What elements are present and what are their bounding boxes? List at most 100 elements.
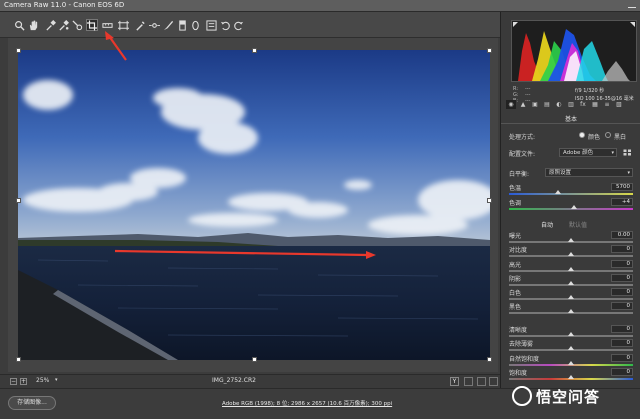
tab-tone-curve[interactable]: ▲ xyxy=(518,100,528,109)
preview-toggle-icon[interactable] xyxy=(464,377,473,386)
slider-label: 高光 xyxy=(509,262,522,269)
slider-value[interactable]: 0.00 xyxy=(611,231,633,239)
minimize-icon[interactable] xyxy=(628,7,636,8)
slider-knob[interactable] xyxy=(568,295,574,299)
slider-knob[interactable] xyxy=(568,267,574,271)
zoom-tool-icon[interactable] xyxy=(13,19,25,31)
crop-handle-top-right[interactable] xyxy=(487,48,492,53)
crop-tool-icon[interactable] xyxy=(86,19,98,31)
treatment-bw-radio[interactable] xyxy=(605,132,611,138)
watermark-logo-icon xyxy=(512,386,532,406)
tab-calibration[interactable]: ▦ xyxy=(590,100,600,109)
slider-value[interactable]: 0 xyxy=(611,302,633,310)
adjustment-slider[interactable] xyxy=(509,332,633,337)
photo-preview[interactable] xyxy=(18,50,490,360)
slider-value[interactable]: 0 xyxy=(611,354,633,362)
crop-handle-right[interactable] xyxy=(487,198,492,203)
adjustment-slider[interactable] xyxy=(509,281,633,286)
profile-dropdown[interactable]: Adobe 颜色 ▾ xyxy=(559,148,617,157)
white-balance-tool-icon[interactable] xyxy=(44,19,56,31)
preferences-icon[interactable] xyxy=(489,377,498,386)
straighten-tool-icon[interactable] xyxy=(101,19,113,31)
zoom-out-icon[interactable]: − xyxy=(10,378,17,385)
open-preferences-icon[interactable] xyxy=(205,19,217,31)
slider-value[interactable]: 0 xyxy=(611,339,633,347)
adjustment-slider[interactable] xyxy=(509,252,633,257)
rotate-ccw-icon[interactable] xyxy=(219,19,231,31)
tint-value[interactable]: +4 xyxy=(611,198,633,206)
crop-handle-bottom-left[interactable] xyxy=(16,357,21,362)
adjustment-slider[interactable] xyxy=(509,346,633,351)
zoom-level[interactable]: 25% xyxy=(36,377,49,384)
slider-knob[interactable] xyxy=(568,375,574,379)
slider-value[interactable]: 0 xyxy=(611,245,633,253)
treatment-bw-label: 黑白 xyxy=(614,134,627,141)
histogram-clipping-warnings[interactable] xyxy=(512,21,636,81)
crop-handle-top-left[interactable] xyxy=(16,48,21,53)
tab-effects[interactable]: fx xyxy=(578,100,588,109)
slider-knob[interactable] xyxy=(568,238,574,242)
title-bar: Camera Raw 11.0 - Canon EOS 6D xyxy=(0,0,640,12)
adjustment-slider[interactable] xyxy=(509,375,633,380)
slider-knob[interactable] xyxy=(568,332,574,336)
targeted-adjustment-tool-icon[interactable] xyxy=(71,19,83,31)
profile-browser-icon[interactable] xyxy=(621,148,633,157)
adjustment-brush-icon[interactable] xyxy=(162,19,174,31)
tint-slider-knob[interactable] xyxy=(571,205,577,209)
slider-value[interactable]: 0 xyxy=(611,274,633,282)
slider-knob[interactable] xyxy=(568,346,574,350)
temperature-slider[interactable] xyxy=(509,190,633,195)
graduated-filter-icon[interactable] xyxy=(176,19,188,31)
before-after-icon[interactable]: Y xyxy=(450,377,459,386)
slider-knob[interactable] xyxy=(568,309,574,313)
adjustment-slider[interactable] xyxy=(509,309,633,314)
slider-track-row xyxy=(509,309,637,316)
temperature-value[interactable]: 5700 xyxy=(611,183,633,191)
crop-handle-top[interactable] xyxy=(252,48,257,53)
tab-detail[interactable]: ▣ xyxy=(530,100,540,109)
red-eye-tool-icon[interactable] xyxy=(148,19,160,31)
tab-snapshots[interactable]: ▧ xyxy=(614,100,624,109)
zoom-in-icon[interactable]: + xyxy=(20,378,27,385)
tab-basic[interactable]: ◉ xyxy=(506,99,516,109)
zoom-chevron-icon[interactable]: ▾ xyxy=(55,377,58,383)
adjustment-slider[interactable] xyxy=(509,238,633,243)
slider-value[interactable]: 0 xyxy=(611,325,633,333)
slider-value[interactable]: 0 xyxy=(611,260,633,268)
adjustment-slider[interactable] xyxy=(509,361,633,366)
tab-presets[interactable]: ≡ xyxy=(602,100,612,109)
chevron-down-icon: ▾ xyxy=(611,150,614,156)
adjustment-slider[interactable] xyxy=(509,295,633,300)
temperature-slider-knob[interactable] xyxy=(555,190,561,194)
crop-handle-left[interactable] xyxy=(16,198,21,203)
radial-filter-icon[interactable] xyxy=(189,19,201,31)
slider-track-row xyxy=(509,252,637,259)
temperature-slider-row xyxy=(509,190,637,197)
transform-tool-icon[interactable] xyxy=(117,19,129,31)
profile-label: 配置文件: xyxy=(509,151,536,158)
workflow-options-link[interactable]: Adobe RGB (1998); 8 位; 2986 x 2657 (10.6… xyxy=(222,399,392,407)
hand-tool-icon[interactable] xyxy=(27,19,39,31)
crop-handle-bottom-right[interactable] xyxy=(487,357,492,362)
slider-value[interactable]: 0 xyxy=(611,368,633,376)
swap-icon[interactable] xyxy=(477,377,486,386)
slider-knob[interactable] xyxy=(568,281,574,285)
right-panel: R: --- G: --- B: --- f/9 1/320 秒 ISO 100… xyxy=(500,12,640,419)
auto-button[interactable]: 自动 xyxy=(541,220,553,229)
adjustment-slider[interactable] xyxy=(509,267,633,272)
color-sampler-tool-icon[interactable] xyxy=(57,19,69,31)
treatment-color-radio[interactable] xyxy=(579,132,585,138)
slider-value[interactable]: 0 xyxy=(611,288,633,296)
spot-removal-tool-icon[interactable] xyxy=(134,19,146,31)
tab-split-toning[interactable]: ◐ xyxy=(554,100,564,109)
slider-knob[interactable] xyxy=(568,361,574,365)
crop-handle-bottom[interactable] xyxy=(252,357,257,362)
save-image-button[interactable]: 存储图像... xyxy=(8,396,56,410)
slider-knob[interactable] xyxy=(568,252,574,256)
white-balance-dropdown[interactable]: 原照设置 ▾ xyxy=(545,168,633,177)
tab-hsl[interactable]: ▤ xyxy=(542,100,552,109)
rotate-cw-icon[interactable] xyxy=(232,19,244,31)
tab-lens[interactable]: ▥ xyxy=(566,100,576,109)
default-button[interactable]: 默认值 xyxy=(569,220,587,229)
tint-slider[interactable] xyxy=(509,205,633,210)
